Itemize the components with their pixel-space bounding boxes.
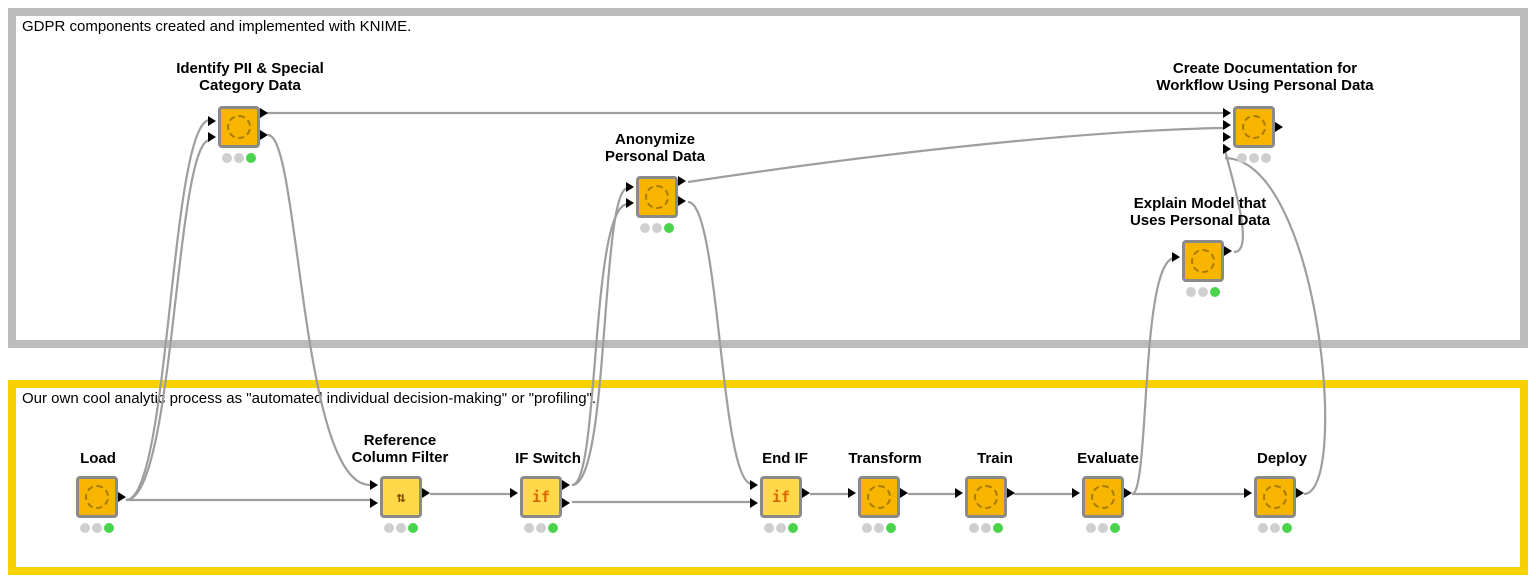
identify-status [218, 152, 260, 164]
load-label: Load [58, 450, 138, 467]
port-in [208, 132, 216, 142]
ifswitch-label: IF Switch [498, 450, 598, 467]
port-in [955, 488, 963, 498]
identify-node[interactable] [218, 106, 260, 148]
evaluate-node[interactable] [1082, 476, 1124, 518]
region-gdpr: GDPR components created and implemented … [8, 8, 1528, 348]
train-label: Train [950, 450, 1040, 467]
port-out [1007, 488, 1015, 498]
port-out [802, 488, 810, 498]
identify-label: Identify PII & Special Category Data [140, 60, 360, 95]
evaluate-status [1082, 522, 1124, 534]
port-out [1224, 246, 1232, 256]
gear-icon [867, 485, 891, 509]
refcol-label: Reference Column Filter [320, 432, 480, 467]
transform-status [858, 522, 900, 534]
port-out [260, 130, 268, 140]
gear-icon [1191, 249, 1215, 273]
filter-icon: ⇅ [396, 488, 405, 506]
region-analytic-caption: Our own cool analytic process as "automa… [22, 390, 596, 407]
explain-label: Explain Model that Uses Personal Data [1100, 195, 1300, 230]
endif-icon: if [772, 488, 790, 506]
port-in [370, 480, 378, 490]
port-in [370, 498, 378, 508]
port-in [750, 480, 758, 490]
explain-status [1182, 286, 1224, 298]
train-status [965, 522, 1007, 534]
deploy-status [1254, 522, 1296, 534]
port-out [562, 480, 570, 490]
gear-icon [974, 485, 998, 509]
port-in [626, 198, 634, 208]
port-in [1223, 108, 1231, 118]
gear-icon [227, 115, 251, 139]
anonymize-status [636, 222, 678, 234]
port-in [1223, 144, 1231, 154]
port-in [848, 488, 856, 498]
createdoc-label: Create Documentation for Workflow Using … [1125, 60, 1405, 95]
ifswitch-node[interactable]: if [520, 476, 562, 518]
evaluate-label: Evaluate [1058, 450, 1158, 467]
endif-node[interactable]: if [760, 476, 802, 518]
transform-label: Transform [830, 450, 940, 467]
refcol-status [380, 522, 422, 534]
port-in [750, 498, 758, 508]
port-in [510, 488, 518, 498]
port-out [1275, 122, 1283, 132]
port-in [1172, 252, 1180, 262]
load-node[interactable] [76, 476, 118, 518]
port-out [900, 488, 908, 498]
port-out [260, 108, 268, 118]
port-out [678, 176, 686, 186]
load-status [76, 522, 118, 534]
port-in [1223, 120, 1231, 130]
anonymize-label: Anonymize Personal Data [575, 131, 735, 166]
transform-node[interactable] [858, 476, 900, 518]
createdoc-status [1233, 152, 1275, 164]
port-out [118, 492, 126, 502]
deploy-node[interactable] [1254, 476, 1296, 518]
region-gdpr-caption: GDPR components created and implemented … [22, 18, 411, 35]
gear-icon [1263, 485, 1287, 509]
port-out [562, 498, 570, 508]
endif-label: End IF [740, 450, 830, 467]
gear-icon [1091, 485, 1115, 509]
refcol-node[interactable]: ⇅ [380, 476, 422, 518]
train-node[interactable] [965, 476, 1007, 518]
if-icon: if [532, 488, 550, 506]
port-in [1072, 488, 1080, 498]
port-in [1223, 132, 1231, 142]
createdoc-node[interactable] [1233, 106, 1275, 148]
endif-status [760, 522, 802, 534]
port-out [678, 196, 686, 206]
deploy-label: Deploy [1232, 450, 1332, 467]
port-in [626, 182, 634, 192]
explain-node[interactable] [1182, 240, 1224, 282]
gear-icon [1242, 115, 1266, 139]
ifswitch-status [520, 522, 562, 534]
port-in [1244, 488, 1252, 498]
port-in [208, 116, 216, 126]
port-out [1124, 488, 1132, 498]
gear-icon [85, 485, 109, 509]
port-out [422, 488, 430, 498]
gear-icon [645, 185, 669, 209]
anonymize-node[interactable] [636, 176, 678, 218]
port-out [1296, 488, 1304, 498]
